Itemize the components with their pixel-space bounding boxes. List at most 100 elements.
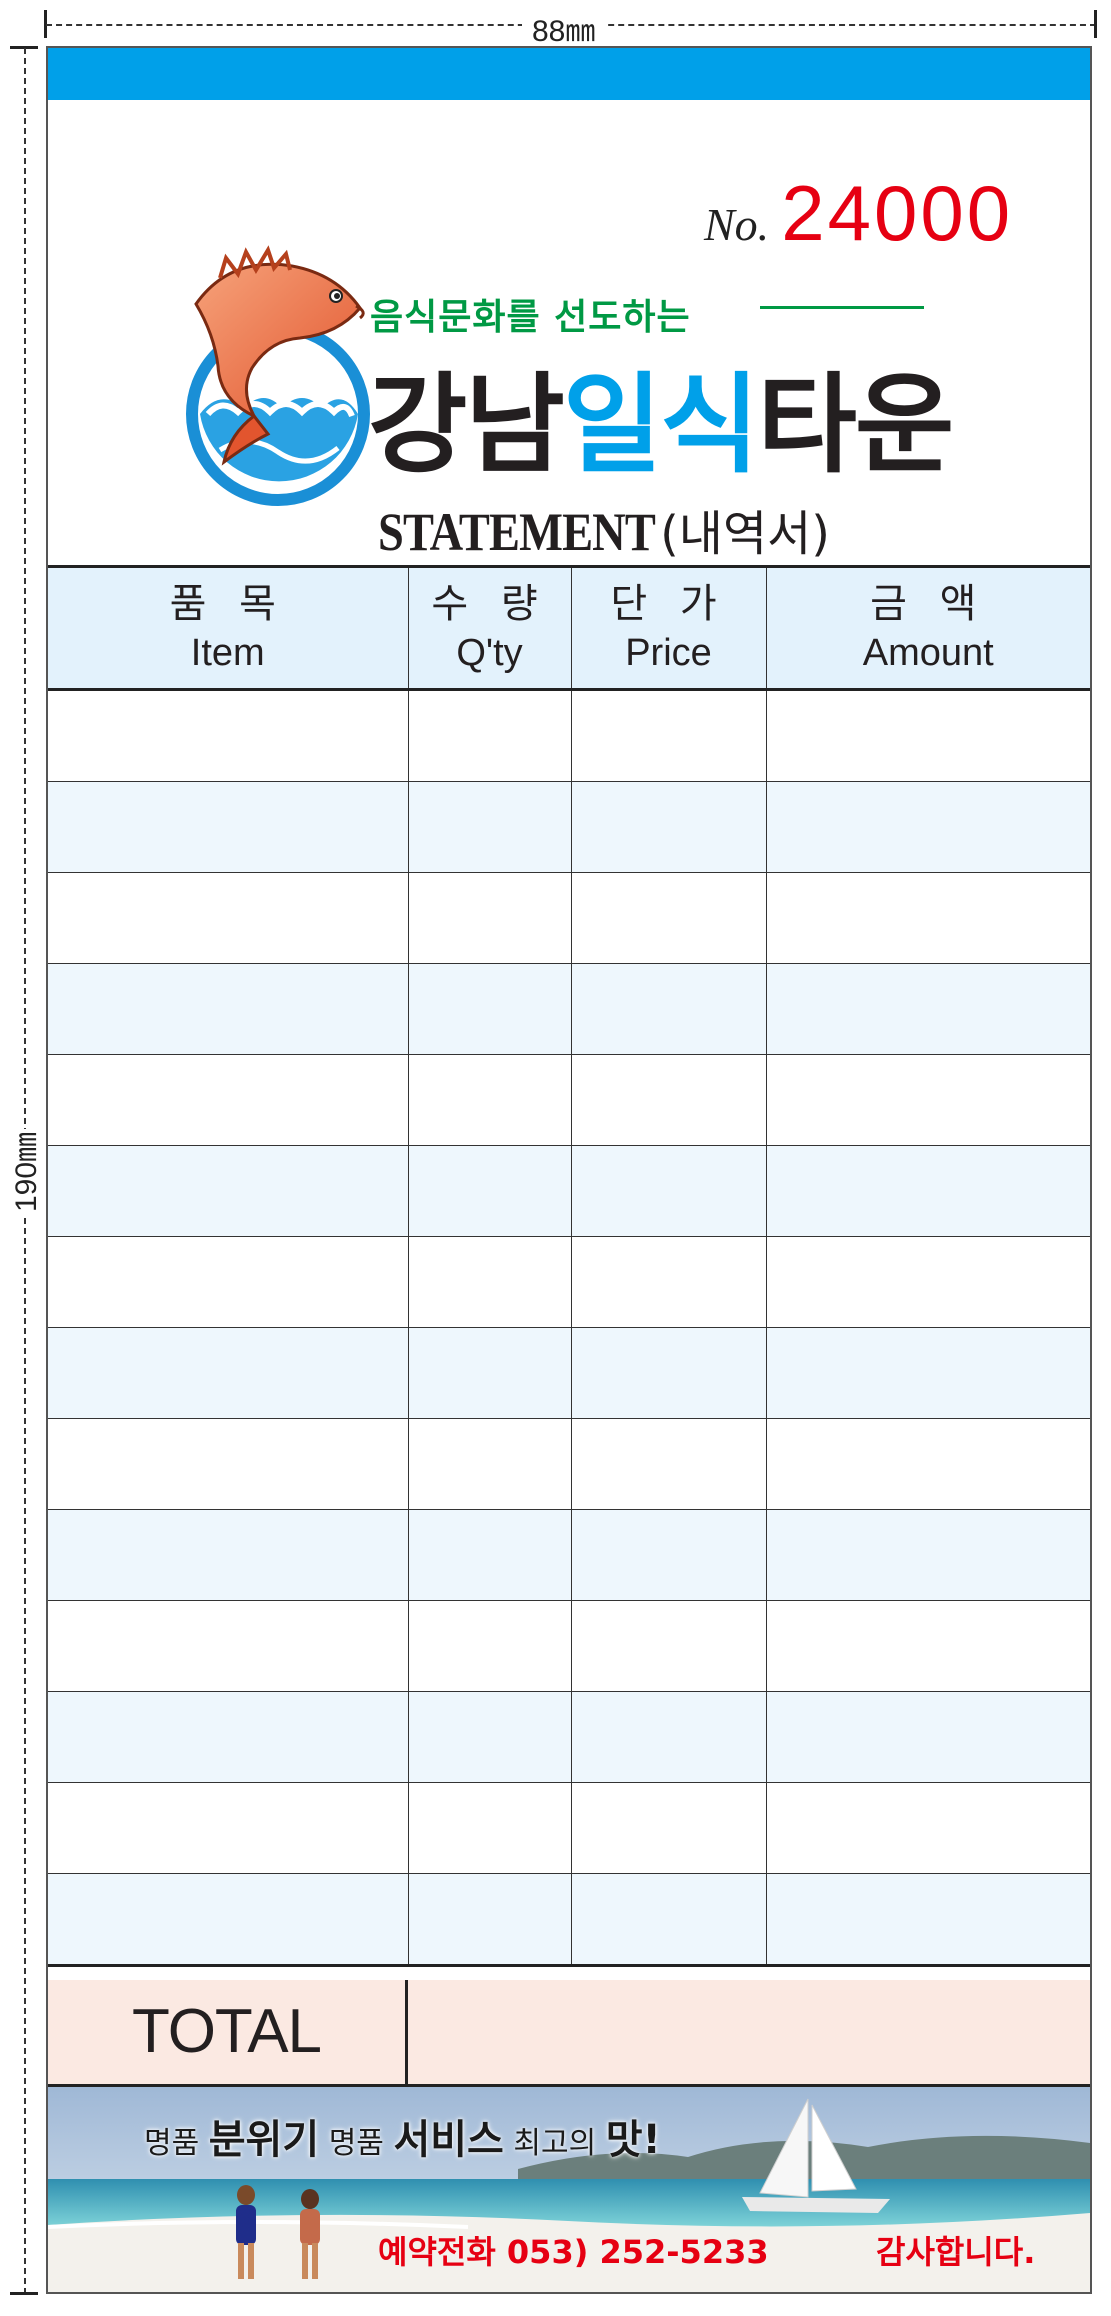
cell-qty[interactable] xyxy=(408,1691,572,1783)
brand-name-part2: 타운 xyxy=(757,363,954,488)
cell-price[interactable] xyxy=(571,1145,767,1237)
height-dimension-label: 190㎜ xyxy=(1,1129,45,1215)
cell-amount[interactable] xyxy=(766,1236,1090,1328)
column-header-en: Q'ty xyxy=(456,632,523,674)
cell-item[interactable] xyxy=(48,1509,409,1601)
beach-banner: 명품 분위기 명품 서비스 최고의 맛! 예약전화 053) 252-5233 … xyxy=(48,2087,1090,2292)
width-dim-tick-right xyxy=(1094,10,1097,38)
cell-amount[interactable] xyxy=(766,1691,1090,1783)
cell-price[interactable] xyxy=(571,781,767,873)
cell-amount[interactable] xyxy=(766,1509,1090,1601)
banner-slogan-part: 명품 xyxy=(144,2126,209,2161)
cell-price[interactable] xyxy=(571,1509,767,1601)
table-row xyxy=(48,963,1090,1055)
column-header-en: Amount xyxy=(862,632,994,674)
total-row: TOTAL xyxy=(48,1980,1090,2087)
cell-qty[interactable] xyxy=(408,689,572,782)
cell-amount[interactable] xyxy=(766,963,1090,1055)
cell-amount[interactable] xyxy=(766,872,1090,964)
table-row xyxy=(48,1418,1090,1510)
column-header-ko: 품 목 xyxy=(169,581,286,627)
cell-amount[interactable] xyxy=(766,1782,1090,1874)
cell-price[interactable] xyxy=(571,1327,767,1419)
column-header-ko: 금 액 xyxy=(870,581,987,627)
serial-value: 24000 xyxy=(781,169,1014,257)
column-header-qty: 수 량 Q'ty xyxy=(408,565,572,691)
cell-qty[interactable] xyxy=(408,1236,572,1328)
cell-qty[interactable] xyxy=(408,781,572,873)
cell-amount[interactable] xyxy=(766,1418,1090,1510)
cell-price[interactable] xyxy=(571,963,767,1055)
cell-price[interactable] xyxy=(571,872,767,964)
cell-item[interactable] xyxy=(48,1418,409,1510)
cell-amount[interactable] xyxy=(766,1327,1090,1419)
table-body xyxy=(48,689,1090,1967)
reservation-phone: 예약전화 053) 252-5233 xyxy=(378,2227,769,2273)
banner-slogan-part: 맛! xyxy=(605,2117,661,2163)
cell-qty[interactable] xyxy=(408,1327,572,1419)
banner-slogan-part: 최고의 xyxy=(503,2126,606,2161)
cell-item[interactable] xyxy=(48,1600,409,1692)
cell-amount[interactable] xyxy=(766,1873,1090,1967)
cell-amount[interactable] xyxy=(766,1600,1090,1692)
cell-item[interactable] xyxy=(48,1054,409,1146)
total-label: TOTAL xyxy=(48,1980,408,2084)
column-header-en: Item xyxy=(190,632,265,674)
cell-qty[interactable] xyxy=(408,963,572,1055)
cell-amount[interactable] xyxy=(766,1054,1090,1146)
total-amount-cell[interactable] xyxy=(408,1980,1090,2084)
top-color-bar xyxy=(48,48,1090,100)
table-row xyxy=(48,1327,1090,1419)
cell-item[interactable] xyxy=(48,689,409,782)
cell-qty[interactable] xyxy=(408,1054,572,1146)
cell-qty[interactable] xyxy=(408,872,572,964)
cell-price[interactable] xyxy=(571,1236,767,1328)
slogan-rule xyxy=(760,306,924,309)
column-header-item: 품 목 Item xyxy=(48,565,409,691)
cell-qty[interactable] xyxy=(408,1873,572,1967)
column-header-en: Price xyxy=(625,632,712,674)
table-row xyxy=(48,1054,1090,1146)
cell-price[interactable] xyxy=(571,1782,767,1874)
cell-item[interactable] xyxy=(48,1691,409,1783)
serial-label: No. xyxy=(704,199,770,250)
serial-number: No. 24000 xyxy=(704,168,1013,257)
cell-item[interactable] xyxy=(48,781,409,873)
reservation-phone-label: 예약전화 xyxy=(378,2233,496,2271)
statement-title: STATEMENT (내역서) xyxy=(378,494,830,564)
cell-qty[interactable] xyxy=(408,1782,572,1874)
cell-item[interactable] xyxy=(48,872,409,964)
table-header-row: 품 목 Item 수 량 Q'ty 단 가 Price 금 액 Amount xyxy=(48,565,1090,691)
cell-qty[interactable] xyxy=(408,1600,572,1692)
cell-price[interactable] xyxy=(571,1418,767,1510)
cell-qty[interactable] xyxy=(408,1145,572,1237)
cell-item[interactable] xyxy=(48,1873,409,1967)
cell-price[interactable] xyxy=(571,689,767,782)
cell-price[interactable] xyxy=(571,1054,767,1146)
cell-qty[interactable] xyxy=(408,1509,572,1601)
cell-amount[interactable] xyxy=(766,1145,1090,1237)
cell-amount[interactable] xyxy=(766,781,1090,873)
cell-price[interactable] xyxy=(571,1691,767,1783)
slogan-text: 음식문화를 선도하는 xyxy=(370,297,691,338)
table-row xyxy=(48,689,1090,782)
banner-slogan-part: 서비스 xyxy=(393,2117,504,2163)
fish-wave-icon xyxy=(186,245,370,506)
item-table: 품 목 Item 수 량 Q'ty 단 가 Price 금 액 Amount xyxy=(48,565,1090,1967)
column-header-ko: 단 가 xyxy=(610,581,727,627)
cell-item[interactable] xyxy=(48,1145,409,1237)
brand-name: 강남일식타운 xyxy=(368,338,954,494)
cell-qty[interactable] xyxy=(408,1418,572,1510)
cell-item[interactable] xyxy=(48,963,409,1055)
cell-price[interactable] xyxy=(571,1873,767,1967)
banner-slogan: 명품 분위기 명품 서비스 최고의 맛! xyxy=(144,2107,661,2165)
cell-amount[interactable] xyxy=(766,689,1090,782)
cell-item[interactable] xyxy=(48,1327,409,1419)
cell-item[interactable] xyxy=(48,1236,409,1328)
cell-item[interactable] xyxy=(48,1782,409,1874)
table-row xyxy=(48,1236,1090,1328)
brand-name-highlight: 일식 xyxy=(562,363,760,488)
statement-card: No. 24000 음식문화를 선도하는 강남일식타운 STATEMENT (내역서… xyxy=(46,46,1092,2294)
width-dimension-label: 88㎜ xyxy=(522,6,606,50)
cell-price[interactable] xyxy=(571,1600,767,1692)
